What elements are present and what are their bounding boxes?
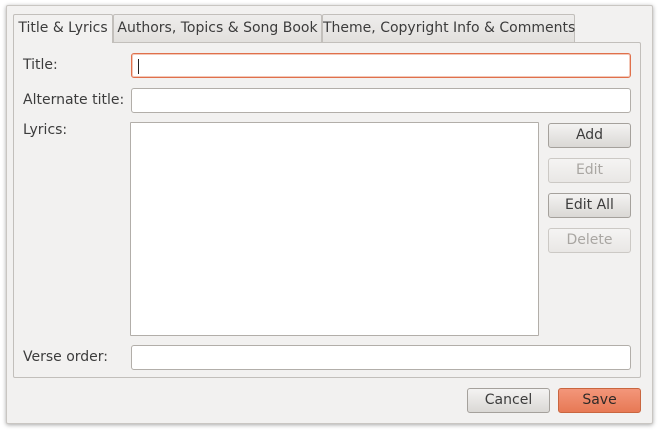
text-caret bbox=[138, 59, 139, 74]
title-input[interactable] bbox=[131, 53, 631, 78]
edit-verse-button[interactable]: Edit bbox=[548, 158, 631, 183]
lyrics-list[interactable] bbox=[130, 122, 539, 336]
verse-order-label: Verse order: bbox=[23, 349, 109, 365]
tab-title-lyrics[interactable]: Title & Lyrics bbox=[13, 14, 113, 43]
alternate-title-label: Alternate title: bbox=[23, 92, 125, 108]
cancel-button[interactable]: Cancel bbox=[467, 388, 550, 413]
tab-authors-topics-songbook[interactable]: Authors, Topics & Song Book bbox=[113, 14, 322, 42]
verse-order-input[interactable] bbox=[131, 345, 631, 370]
edit-all-button[interactable]: Edit All bbox=[548, 193, 631, 218]
alternate-title-input[interactable] bbox=[131, 88, 631, 113]
title-label: Title: bbox=[23, 57, 58, 73]
tab-theme-copyright-comments[interactable]: Theme, Copyright Info & Comments bbox=[322, 14, 575, 42]
add-verse-button[interactable]: Add bbox=[548, 123, 631, 148]
lyrics-label: Lyrics: bbox=[23, 122, 68, 138]
save-button[interactable]: Save bbox=[558, 388, 641, 413]
delete-verse-button[interactable]: Delete bbox=[548, 228, 631, 253]
